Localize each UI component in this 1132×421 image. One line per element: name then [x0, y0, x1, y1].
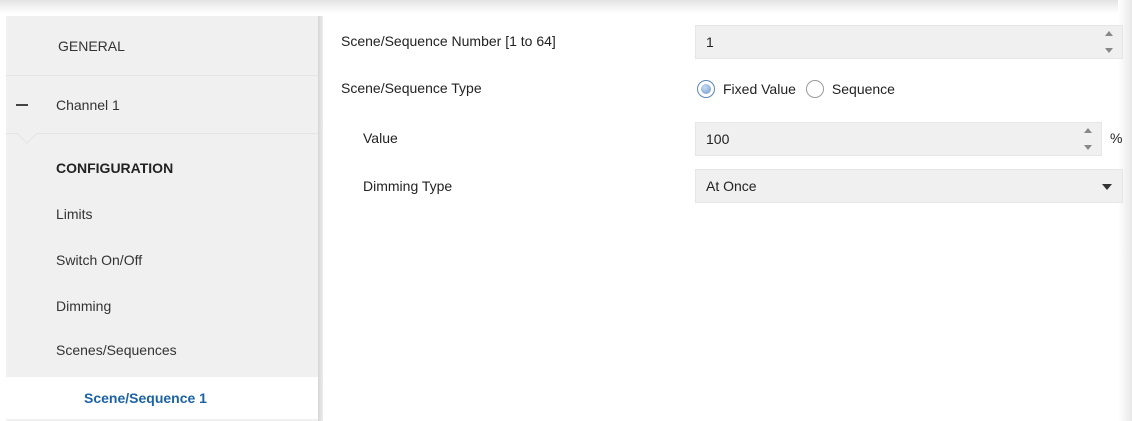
scene-type-radio-group: Fixed Value Sequence	[697, 76, 905, 102]
sidebar-item-label: Scenes/Sequences	[56, 342, 177, 358]
window: GENERAL Channel 1 CONFIGURATION Limits S…	[0, 0, 1132, 421]
value-unit: %	[1110, 130, 1123, 146]
sidebar-item-scene-sequence-1[interactable]: Scene/Sequence 1	[6, 377, 322, 419]
sidebar-item-channel-1[interactable]: Channel 1	[6, 76, 318, 144]
sidebar-item-label: Channel 1	[56, 96, 120, 113]
sidebar-item-switch-on-off[interactable]: Switch On/Off	[6, 242, 318, 278]
sidebar-border	[318, 16, 323, 421]
radio-dot	[701, 84, 711, 94]
spinner-down-icon[interactable]	[1084, 145, 1092, 150]
dimming-type-label: Dimming Type	[363, 178, 453, 194]
value-input[interactable]: 100	[695, 122, 1102, 156]
value-value: 100	[706, 131, 730, 147]
chevron-down-icon[interactable]	[1102, 184, 1112, 190]
window-top-shadow	[0, 0, 1132, 14]
sidebar-item-scenes-sequences[interactable]: Scenes/Sequences	[6, 332, 318, 368]
sidebar-item-dimming[interactable]: Dimming	[6, 288, 318, 324]
radio-fixed-value[interactable]	[697, 80, 715, 98]
sidebar-item-label: CONFIGURATION	[56, 160, 174, 176]
sidebar-item-label: Dimming	[56, 298, 112, 314]
sidebar-item-label: Switch On/Off	[56, 252, 143, 268]
spinner-up-icon[interactable]	[1084, 128, 1092, 133]
sidebar-item-limits[interactable]: Limits	[6, 196, 318, 232]
radio-sequence-label[interactable]: Sequence	[832, 81, 895, 97]
sidebar-item-label: Scene/Sequence 1	[84, 390, 207, 406]
value-label: Value	[363, 130, 398, 146]
spinner-arrows-icon[interactable]	[1083, 128, 1093, 150]
minus-icon[interactable]	[16, 103, 28, 106]
sidebar-item-label: GENERAL	[58, 37, 125, 54]
sidebar: GENERAL Channel 1 CONFIGURATION Limits S…	[6, 16, 322, 421]
scene-number-input[interactable]: 1	[695, 25, 1123, 59]
scene-number-value: 1	[706, 34, 714, 50]
spinner-arrows-icon[interactable]	[1104, 31, 1114, 53]
spinner-down-icon[interactable]	[1105, 48, 1113, 53]
spinner-up-icon[interactable]	[1105, 31, 1113, 36]
radio-sequence[interactable]	[805, 80, 824, 98]
window-right-shadow	[1118, 0, 1132, 421]
dimming-type-select[interactable]: At Once	[695, 169, 1123, 203]
sidebar-item-label: Limits	[56, 206, 93, 222]
scene-number-label: Scene/Sequence Number [1 to 64]	[341, 33, 556, 49]
sidebar-item-general[interactable]: GENERAL	[6, 16, 318, 76]
sidebar-item-configuration[interactable]: CONFIGURATION	[6, 148, 318, 188]
scene-type-label: Scene/Sequence Type	[341, 80, 482, 96]
dimming-type-value: At Once	[706, 178, 757, 194]
tree-notch	[17, 124, 37, 144]
radio-fixed-value-label[interactable]: Fixed Value	[723, 81, 796, 97]
